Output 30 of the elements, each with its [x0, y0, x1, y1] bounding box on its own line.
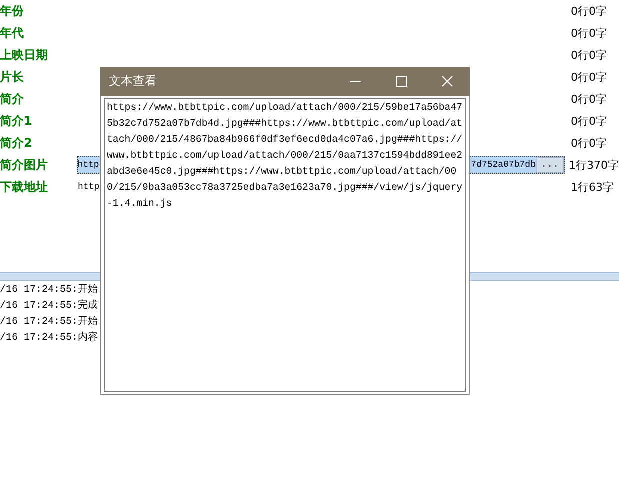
- field-label: 简介图片: [0, 156, 49, 174]
- ellipsis-button[interactable]: ...: [536, 157, 564, 173]
- field-label: 简介1: [0, 112, 34, 130]
- count-text: 0行0字: [571, 48, 607, 62]
- minimize-icon[interactable]: [350, 80, 360, 82]
- field-label: 下载地址: [0, 178, 49, 196]
- log-line: /16 17:24:55:开始: [0, 283, 100, 298]
- value-text: http: [78, 160, 100, 170]
- count-text: 0行0字: [571, 136, 607, 150]
- count-text: 0行0字: [571, 4, 607, 18]
- log-line: /16 17:24:55:内容: [0, 331, 100, 346]
- field-label: 片长: [0, 68, 25, 86]
- count-text: 1行370字: [569, 158, 619, 172]
- log-line: /16 17:24:55:开始: [0, 315, 100, 330]
- close-icon[interactable]: [442, 76, 452, 87]
- field-label: 简介2: [0, 134, 34, 152]
- window-title: 文本查看: [109, 73, 158, 90]
- count-text: 0行0字: [571, 26, 607, 40]
- count-text: 0行0字: [571, 70, 607, 84]
- count-text: 1行63字: [571, 180, 614, 194]
- maximize-icon[interactable]: [396, 76, 406, 87]
- text-area[interactable]: https://www.btbttpic.com/upload/attach/000/215/59be17a56ba475b32c7d752a07b7db4d.jpg###https://www.btbttpic.com/upload/attach/000/215/4867ba84b966f0df3ef6ecd0da4c07a6.jpg###https://www.btbttpic.com/upload/attach/000/215/0aa7137c1594bdd891ee2abd3e6e45c0.jpg###https://www.btbttpic.com/upload/attach/000/215/9ba3a053cc78a3725edba7a3e1623a70.jpg###/view/js/jquery-1.4.min.js: [104, 98, 466, 392]
- field-label: 年代: [0, 24, 25, 42]
- field-label: 上映日期: [0, 46, 49, 64]
- log-line: /16 17:24:55:完成: [0, 299, 100, 314]
- field-label: 年份: [0, 2, 25, 20]
- field-label: 简介: [0, 90, 25, 108]
- value-text: 7d752a07b7db: [471, 160, 536, 170]
- count-text: 0行0字: [571, 92, 607, 106]
- count-text: 0行0字: [571, 114, 607, 128]
